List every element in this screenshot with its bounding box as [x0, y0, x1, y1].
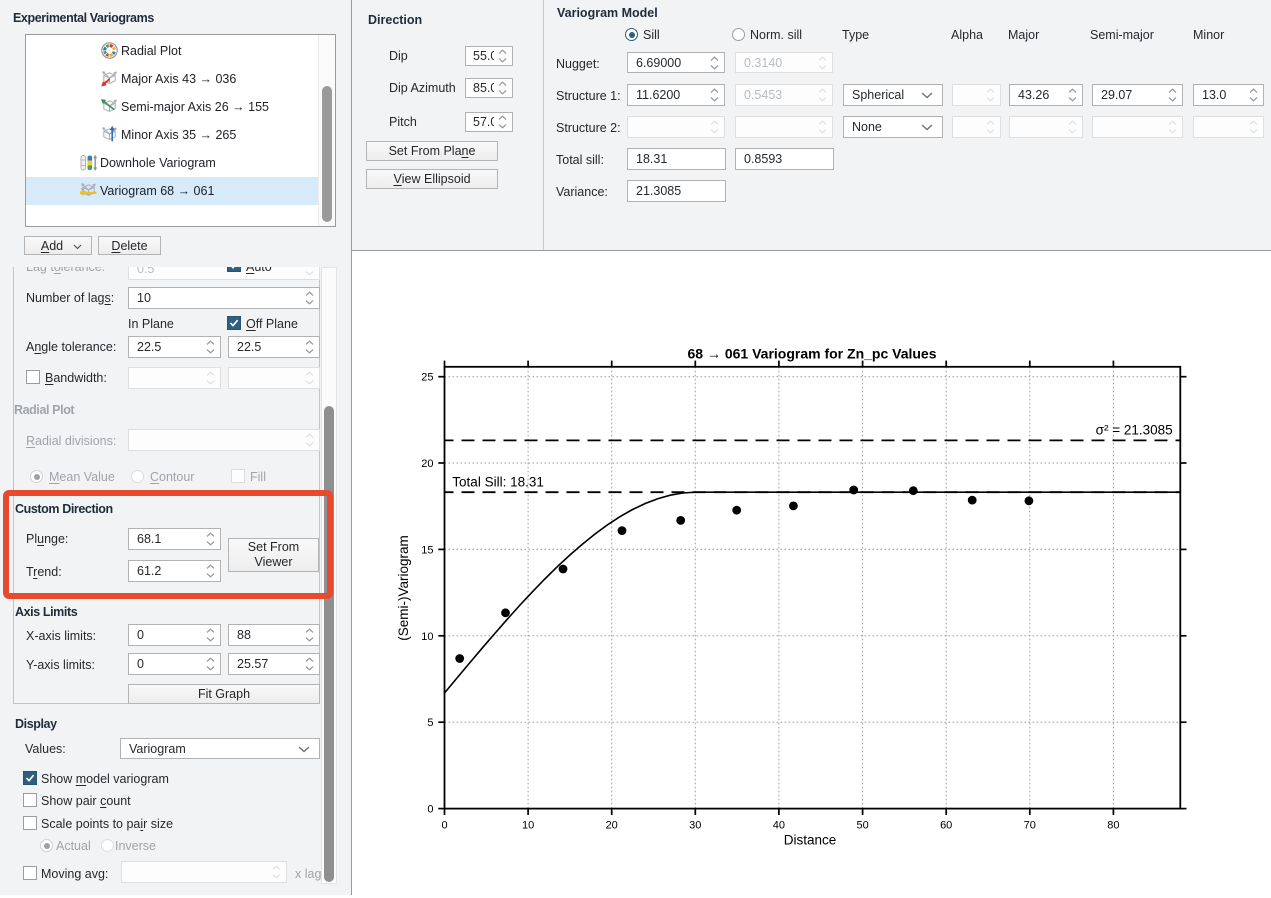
- svg-text:σ² = 21.3085: σ² = 21.3085: [1096, 423, 1173, 438]
- svg-text:10: 10: [522, 820, 534, 832]
- svg-text:Total Sill: 18.31: Total Sill: 18.31: [452, 475, 544, 490]
- svg-text:20: 20: [606, 820, 618, 832]
- svg-text:60: 60: [940, 820, 952, 832]
- svg-text:50: 50: [856, 820, 868, 832]
- svg-text:Distance: Distance: [784, 833, 837, 848]
- svg-text:80: 80: [1107, 820, 1119, 832]
- svg-text:10: 10: [421, 631, 433, 643]
- svg-text:15: 15: [421, 544, 433, 556]
- svg-text:(Semi-)Variogram: (Semi-)Variogram: [396, 535, 411, 641]
- svg-text:20: 20: [421, 458, 433, 470]
- svg-text:70: 70: [1024, 820, 1036, 832]
- svg-text:5: 5: [427, 717, 433, 729]
- svg-text:68 → 061 Variogram for Zn_pc V: 68 → 061 Variogram for Zn_pc Values: [688, 346, 937, 362]
- svg-text:0: 0: [441, 820, 447, 832]
- svg-text:30: 30: [689, 820, 701, 832]
- svg-text:40: 40: [773, 820, 785, 832]
- svg-text:25: 25: [421, 372, 433, 384]
- svg-text:0: 0: [427, 804, 433, 816]
